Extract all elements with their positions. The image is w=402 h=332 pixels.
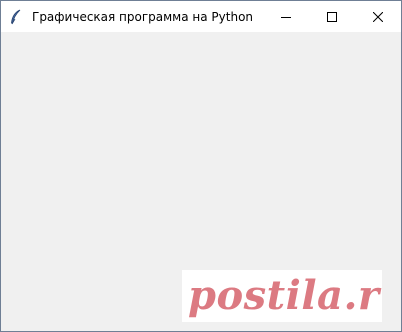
watermark-text: postila.ru: [188, 272, 382, 319]
close-icon: [372, 7, 384, 26]
feather-icon[interactable]: [9, 9, 23, 25]
minimize-button[interactable]: [263, 1, 309, 32]
maximize-icon: [327, 7, 337, 26]
close-button[interactable]: [355, 1, 401, 32]
maximize-button[interactable]: [309, 1, 355, 32]
watermark-logo: postila.ru: [182, 270, 382, 322]
title-bar[interactable]: Графическая программа на Python: [1, 1, 401, 32]
window-title: Графическая программа на Python: [32, 10, 254, 24]
minimize-icon: [281, 7, 291, 26]
